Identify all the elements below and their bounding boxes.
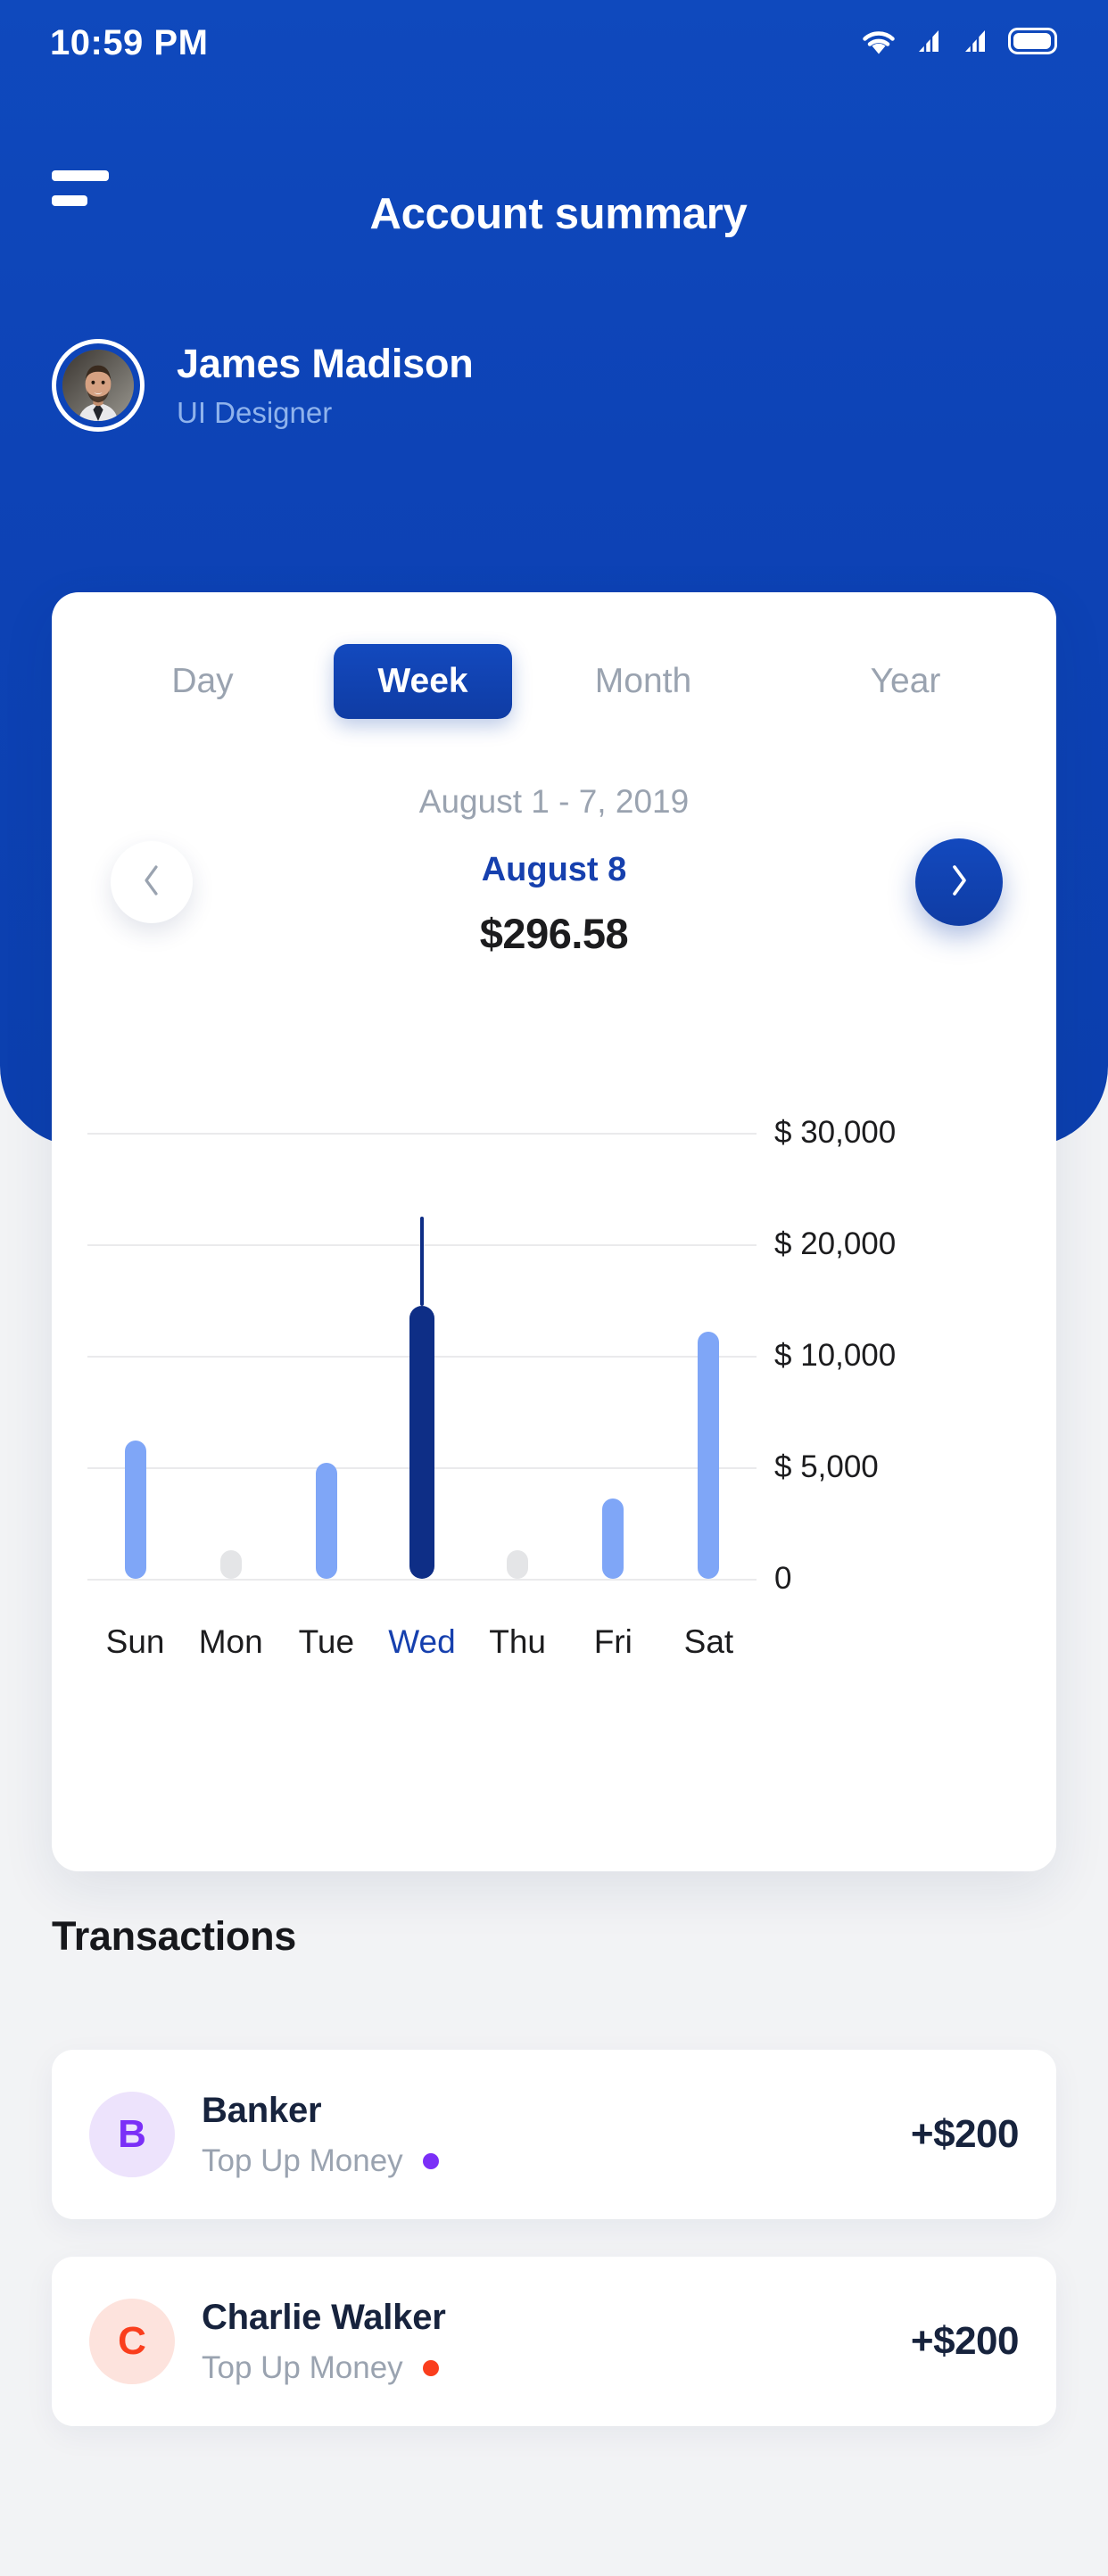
chart-x-axis: Sun Mon Tue Wed Thu Fri Sat [87, 1623, 757, 1661]
transaction-avatar: B [89, 2092, 175, 2177]
chart-x-tick-label[interactable]: Mon [183, 1623, 278, 1661]
chart-gridline [87, 1579, 757, 1581]
chart-x-tick-label[interactable]: Wed [374, 1623, 469, 1661]
transaction-name: Charlie Walker [202, 2297, 446, 2337]
transaction-amount: +$200 [910, 2319, 1020, 2363]
chart-x-tick-label[interactable]: Sat [661, 1623, 757, 1661]
status-bar-icons [860, 27, 1058, 60]
chart-bar[interactable] [315, 1463, 337, 1579]
transaction-subtitle: Top Up Money [202, 2143, 403, 2178]
chart-bar[interactable] [602, 1499, 624, 1579]
chart-bar[interactable] [698, 1331, 720, 1579]
transaction-name: Banker [202, 2090, 322, 2130]
tab-day[interactable]: Day [71, 640, 334, 722]
avatar-photo [62, 350, 134, 421]
profile-header: James Madison UI Designer [52, 339, 474, 432]
transactions-heading: Transactions [52, 1913, 297, 1959]
chart-y-tick-label: $ 10,000 [774, 1338, 897, 1373]
battery-icon [1008, 27, 1058, 59]
signal-icon [915, 27, 944, 60]
chart-bar[interactable] [124, 1441, 146, 1579]
avatar[interactable] [52, 339, 145, 432]
chart-y-tick-label: $ 5,000 [774, 1449, 879, 1484]
chart-bar[interactable] [409, 1305, 434, 1579]
transaction-subtitle: Top Up Money [202, 2349, 403, 2385]
status-bar: 10:59 PM [0, 0, 1108, 86]
profile-text: James Madison UI Designer [177, 341, 474, 430]
transaction-subtitle-row: Top Up Money [202, 2350, 911, 2386]
transaction-amount: +$200 [910, 2112, 1020, 2156]
transaction-row[interactable]: C Charlie Walker Top Up Money +$200 [52, 2257, 1056, 2426]
signal-icon [962, 27, 990, 60]
chart-x-tick-label[interactable]: Tue [278, 1623, 374, 1661]
chart-bar[interactable] [219, 1549, 242, 1579]
period-range-label: August 1 - 7, 2019 [418, 783, 690, 820]
chart-y-tick-label: 0 [774, 1561, 792, 1596]
status-dot-icon [422, 2152, 439, 2169]
chart-gridline [87, 1133, 757, 1135]
chart-y-tick-label: $ 30,000 [774, 1115, 897, 1150]
hamburger-bar [52, 170, 109, 181]
transaction-details: Banker Top Up Money [202, 2091, 911, 2179]
wifi-icon [860, 27, 897, 60]
profile-name: James Madison [177, 341, 474, 387]
tab-week[interactable]: Week [334, 644, 512, 719]
period-tabs: Day Week Month Year [52, 640, 1056, 722]
period-amount: $296.58 [479, 910, 629, 957]
chart-bar[interactable] [507, 1549, 529, 1579]
chart-plot-area [87, 1133, 757, 1581]
page-title: Account summary [369, 190, 748, 238]
transaction-subtitle-row: Top Up Money [202, 2143, 911, 2179]
transaction-avatar: C [89, 2299, 175, 2384]
chart-card: Day Week Month Year August 1 - 7, 2019 A… [52, 592, 1056, 1871]
tab-year[interactable]: Year [774, 640, 1037, 722]
chart-y-tick-label: $ 20,000 [774, 1226, 897, 1261]
chart-bar-spike [420, 1216, 424, 1306]
chart-plot: $ 30,000 $ 20,000 $ 10,000 $ 5,000 0 Sun Mon T… [52, 1115, 1056, 1811]
chart-x-tick-label[interactable]: Fri [566, 1623, 661, 1661]
hamburger-menu-icon[interactable] [52, 170, 114, 211]
status-dot-icon [422, 2359, 439, 2376]
hamburger-bar [52, 195, 87, 206]
tab-month[interactable]: Month [512, 640, 774, 722]
navigation-bar: Account summary [0, 165, 1108, 263]
period-day-label: August 8 [481, 851, 627, 888]
chart-x-tick-label[interactable]: Sun [87, 1623, 183, 1661]
transaction-details: Charlie Walker Top Up Money [202, 2298, 911, 2386]
status-bar-time: 10:59 PM [50, 22, 209, 62]
transaction-row[interactable]: B Banker Top Up Money +$200 [52, 2050, 1056, 2219]
chart-x-tick-label[interactable]: Thu [470, 1623, 566, 1661]
profile-role: UI Designer [177, 395, 333, 429]
